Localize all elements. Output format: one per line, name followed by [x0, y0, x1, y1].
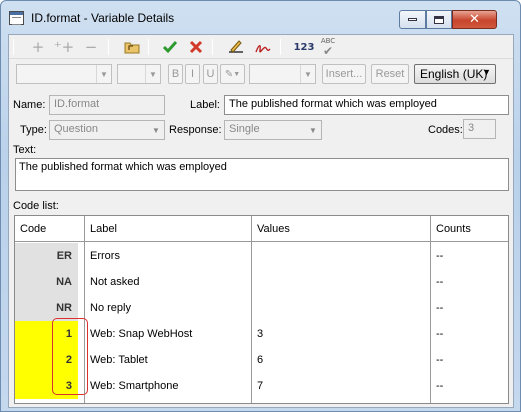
language-select[interactable]: English (UK) ▼: [414, 64, 496, 84]
table-row[interactable]: NA Not asked --: [15, 269, 508, 295]
codes-label: Codes:: [428, 124, 463, 136]
table-row[interactable]: 3 Web: Smartphone 7 --: [15, 373, 508, 399]
add-multiple-icon[interactable]: ⁺+: [53, 37, 75, 57]
chevron-down-icon: ▼: [152, 125, 160, 135]
code-list-label: Code list:: [13, 200, 59, 212]
label-cell[interactable]: Web: Snap WebHost: [85, 321, 192, 347]
maximize-icon: [434, 15, 444, 24]
column-header-values[interactable]: Values: [252, 216, 430, 242]
label-label: Label:: [190, 99, 220, 111]
table-row[interactable]: 2 Web: Tablet 6 --: [15, 347, 508, 373]
minimize-button[interactable]: [399, 10, 426, 29]
reset-button[interactable]: Reset: [371, 64, 409, 84]
code-cell[interactable]: ER: [15, 243, 78, 269]
chevron-down-icon: ▼: [482, 67, 491, 77]
values-cell[interactable]: 3: [252, 321, 263, 347]
close-icon: ✕: [469, 12, 480, 27]
minimize-icon: [408, 18, 417, 21]
counts-cell: --: [436, 328, 444, 340]
label-cell[interactable]: Web: Smartphone: [85, 373, 178, 399]
name-label: Name:: [13, 99, 46, 111]
values-cell[interactable]: [252, 269, 257, 295]
check-mark-icon: ✔: [322, 43, 334, 58]
pen-icon: ✎: [224, 68, 234, 80]
values-cell[interactable]: [252, 295, 257, 321]
ok-check-icon[interactable]: [159, 37, 181, 57]
text-label: Text:: [13, 144, 37, 156]
chevron-down-icon: ▼: [233, 70, 241, 78]
toolbar-separator: [280, 39, 281, 55]
code-list-grid[interactable]: Code Label Values Counts ER Errors -- NA…: [14, 215, 509, 404]
close-button[interactable]: ✕: [452, 10, 497, 29]
type-value: Question: [54, 123, 99, 135]
table-row[interactable]: NR No reply --: [15, 295, 508, 321]
insert-button[interactable]: Insert...: [322, 64, 366, 84]
label-cell[interactable]: Not asked: [85, 269, 140, 295]
toolbar-separator: [212, 39, 213, 55]
format-bar: ▼ ▼ B I U ✎ ▼ ▼ Insert... Reset English (…: [9, 61, 513, 87]
language-value: English (UK): [420, 67, 488, 81]
counts-cell: --: [436, 354, 444, 366]
label-cell[interactable]: Errors: [85, 243, 120, 269]
dialog-body: + ⁺+ − 123 ABC ✔ ▼ ▼ B I U ✎ ▼ ▼ Insert.…: [8, 34, 514, 408]
question-text-area[interactable]: The published format which was employed: [15, 158, 509, 191]
bold-button[interactable]: B: [168, 64, 183, 84]
type-select[interactable]: Question ▼: [49, 120, 165, 140]
table-row[interactable]: 1 Web: Snap WebHost 3 --: [15, 321, 508, 347]
codes-count-field: 3: [463, 119, 496, 139]
cancel-x-icon[interactable]: [185, 37, 207, 57]
response-label: Response:: [169, 124, 222, 136]
spellcheck-icon[interactable]: ABC ✔: [317, 37, 339, 57]
italic-button[interactable]: I: [185, 64, 200, 84]
label-cell[interactable]: No reply: [85, 295, 131, 321]
table-row[interactable]: ER Errors --: [15, 243, 508, 269]
chevron-down-icon: ▼: [145, 65, 160, 83]
type-label: Type:: [20, 124, 47, 136]
values-cell[interactable]: 6: [252, 347, 263, 373]
underline-button[interactable]: U: [203, 64, 218, 84]
numbering-icon[interactable]: 123: [291, 37, 317, 57]
font-name-combo[interactable]: ▼: [16, 64, 112, 84]
variable-details-window: ID.format - Variable Details ✕ + ⁺+ − 12…: [0, 0, 521, 412]
code-cell[interactable]: NA: [15, 269, 78, 295]
counts-cell: --: [436, 276, 444, 288]
values-cell[interactable]: [252, 243, 257, 269]
toolbar: + ⁺+ − 123 ABC ✔: [9, 35, 513, 59]
label-field[interactable]: The published format which was employed: [224, 95, 509, 115]
column-header-label[interactable]: Label: [85, 216, 251, 242]
grid-header-row: Code Label Values Counts: [15, 216, 508, 242]
style-combo[interactable]: ▼: [249, 64, 316, 84]
counts-cell: --: [436, 380, 444, 392]
toolbar-separator: [148, 39, 149, 55]
font-size-combo[interactable]: ▼: [117, 64, 161, 84]
highlight-outline: [52, 318, 88, 395]
title-bar[interactable]: ID.format - Variable Details ✕: [1, 1, 520, 35]
toolbar-separator: [108, 39, 109, 55]
signature-icon[interactable]: [252, 37, 274, 57]
label-cell[interactable]: Web: Tablet: [85, 347, 148, 373]
maximize-button[interactable]: [426, 10, 452, 29]
name-field[interactable]: ID.format: [49, 95, 165, 115]
remove-icon[interactable]: −: [80, 37, 102, 57]
counts-cell: --: [436, 302, 444, 314]
counts-cell: --: [436, 250, 444, 262]
response-value: Single: [229, 123, 260, 135]
values-cell[interactable]: 7: [252, 373, 263, 399]
text-color-button[interactable]: ✎ ▼: [220, 64, 245, 84]
add-icon[interactable]: +: [27, 37, 49, 57]
chevron-down-icon: ▼: [96, 65, 111, 83]
edit-label-icon[interactable]: [225, 37, 247, 57]
response-select[interactable]: Single ▼: [224, 120, 322, 140]
window-title: ID.format - Variable Details: [31, 11, 175, 25]
column-header-code[interactable]: Code: [15, 216, 78, 242]
chevron-down-icon: ▼: [309, 125, 317, 135]
column-header-counts[interactable]: Counts: [431, 216, 508, 242]
chevron-down-icon: ▼: [300, 65, 315, 83]
app-window-icon: [9, 11, 24, 25]
folder-up-icon[interactable]: [121, 37, 143, 57]
toolbar-separator: [13, 39, 14, 55]
